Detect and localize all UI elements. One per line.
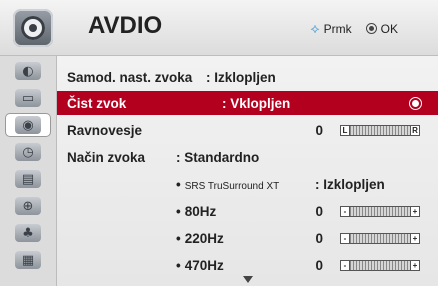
balance-left-label: L [340, 125, 350, 136]
move-hint-label: Prmk [323, 21, 352, 36]
eq-470hz-label-wrap: • 470Hz [176, 258, 224, 273]
minus-label: - [340, 260, 350, 271]
lock-icon: ⊕ [15, 197, 41, 215]
move-arrows-icon: ⟡ [310, 20, 320, 36]
clear-voice-label: Čist zvok [67, 96, 127, 111]
sidebar-item-media[interactable]: ▦ [6, 249, 50, 271]
eq-80hz-value: 0 [315, 204, 323, 219]
balance-slider[interactable]: L R [340, 125, 420, 136]
sidebar-item-options[interactable]: ▤ [6, 168, 50, 190]
bullet: • [176, 258, 181, 273]
eq-220hz-value: 0 [315, 231, 323, 246]
eq-220hz-label: 220Hz [184, 231, 224, 246]
sidebar-item-input[interactable]: ♣ [6, 222, 50, 244]
balance-right-label: R [410, 125, 420, 136]
bullet: • [176, 231, 181, 246]
tv-icon: ▭ [15, 89, 41, 107]
input-icon: ♣ [15, 224, 41, 242]
eq-220hz-slider[interactable]: - + [340, 233, 420, 244]
minus-label: - [340, 206, 350, 217]
srs-label: SRS TruSurround XT [184, 181, 280, 192]
plus-label: + [410, 233, 420, 244]
auto-volume-value: : Izklopljen [206, 70, 276, 85]
minus-label: - [340, 233, 350, 244]
sidebar-item-lock[interactable]: ⊕ [6, 195, 50, 217]
auto-volume-row[interactable]: Samod. nast. zvoka : Izklopljen [57, 65, 438, 89]
eq-80hz-slider[interactable]: - + [340, 206, 420, 217]
eq-220hz-label-wrap: • 220Hz [176, 231, 224, 246]
menu-title: AVDIO [88, 12, 163, 39]
audio-category-icon [13, 9, 53, 47]
selected-radio-icon [409, 97, 422, 110]
srs-row[interactable]: • SRS TruSurround XT : Izklopljen [57, 172, 438, 196]
sidebar-item-audio[interactable]: ◉ [6, 114, 50, 136]
balance-value: 0 [315, 123, 323, 138]
ok-button-icon [365, 23, 377, 34]
eq-470hz-label: 470Hz [184, 258, 224, 273]
auto-volume-label: Samod. nast. zvoka [67, 70, 193, 85]
scroll-down-icon[interactable] [243, 276, 253, 283]
clock-icon: ◷ [15, 143, 41, 161]
plus-label: + [410, 206, 420, 217]
category-sidebar: ◐ ▭ ◉ ◷ ▤ ⊕ ♣ ▦ [0, 56, 57, 286]
balance-row[interactable]: Ravnovesje 0 L R [57, 118, 438, 142]
eq-470hz-value: 0 [315, 258, 323, 273]
sidebar-item-picture[interactable]: ◐ [6, 60, 50, 82]
ok-hint-label: OK [380, 21, 398, 36]
picture-icon: ◐ [15, 62, 41, 80]
eq-470hz-row[interactable]: • 470Hz 0 - + [57, 253, 438, 277]
audio-icon: ◉ [15, 116, 41, 134]
navigation-hint: ⟡ Prmk OK [310, 20, 398, 37]
eq-80hz-row[interactable]: • 80Hz 0 - + [57, 199, 438, 223]
sound-mode-label: Način zvoka [67, 150, 146, 165]
bullet: • [176, 177, 181, 192]
menu-header: AVDIO ⟡ Prmk OK [0, 0, 438, 56]
eq-80hz-label: 80Hz [184, 204, 217, 219]
eq-80hz-label-wrap: • 80Hz [176, 204, 216, 219]
srs-value: : Izklopljen [315, 177, 385, 192]
sound-mode-row[interactable]: Način zvoka : Standardno [57, 145, 438, 169]
clear-voice-row[interactable]: Čist zvok : Vklopljen [57, 91, 438, 115]
options-icon: ▤ [15, 170, 41, 188]
clear-voice-value: : Vklopljen [222, 96, 291, 111]
audio-settings-list: Samod. nast. zvoka : Izklopljen Čist zvo… [57, 56, 438, 286]
sidebar-item-tv[interactable]: ▭ [6, 87, 50, 109]
eq-220hz-row[interactable]: • 220Hz 0 - + [57, 226, 438, 250]
sound-mode-value: : Standardno [176, 150, 260, 165]
srs-label-wrap: • SRS TruSurround XT [176, 177, 279, 192]
bullet: • [176, 204, 181, 219]
balance-label: Ravnovesje [67, 123, 143, 138]
eq-470hz-slider[interactable]: - + [340, 260, 420, 271]
plus-label: + [410, 260, 420, 271]
audio-menu-window: AVDIO ⟡ Prmk OK ◐ ▭ ◉ ◷ ▤ ⊕ ♣ ▦ Samod. n… [0, 0, 438, 286]
sidebar-item-time[interactable]: ◷ [6, 141, 50, 163]
media-icon: ▦ [15, 251, 41, 269]
